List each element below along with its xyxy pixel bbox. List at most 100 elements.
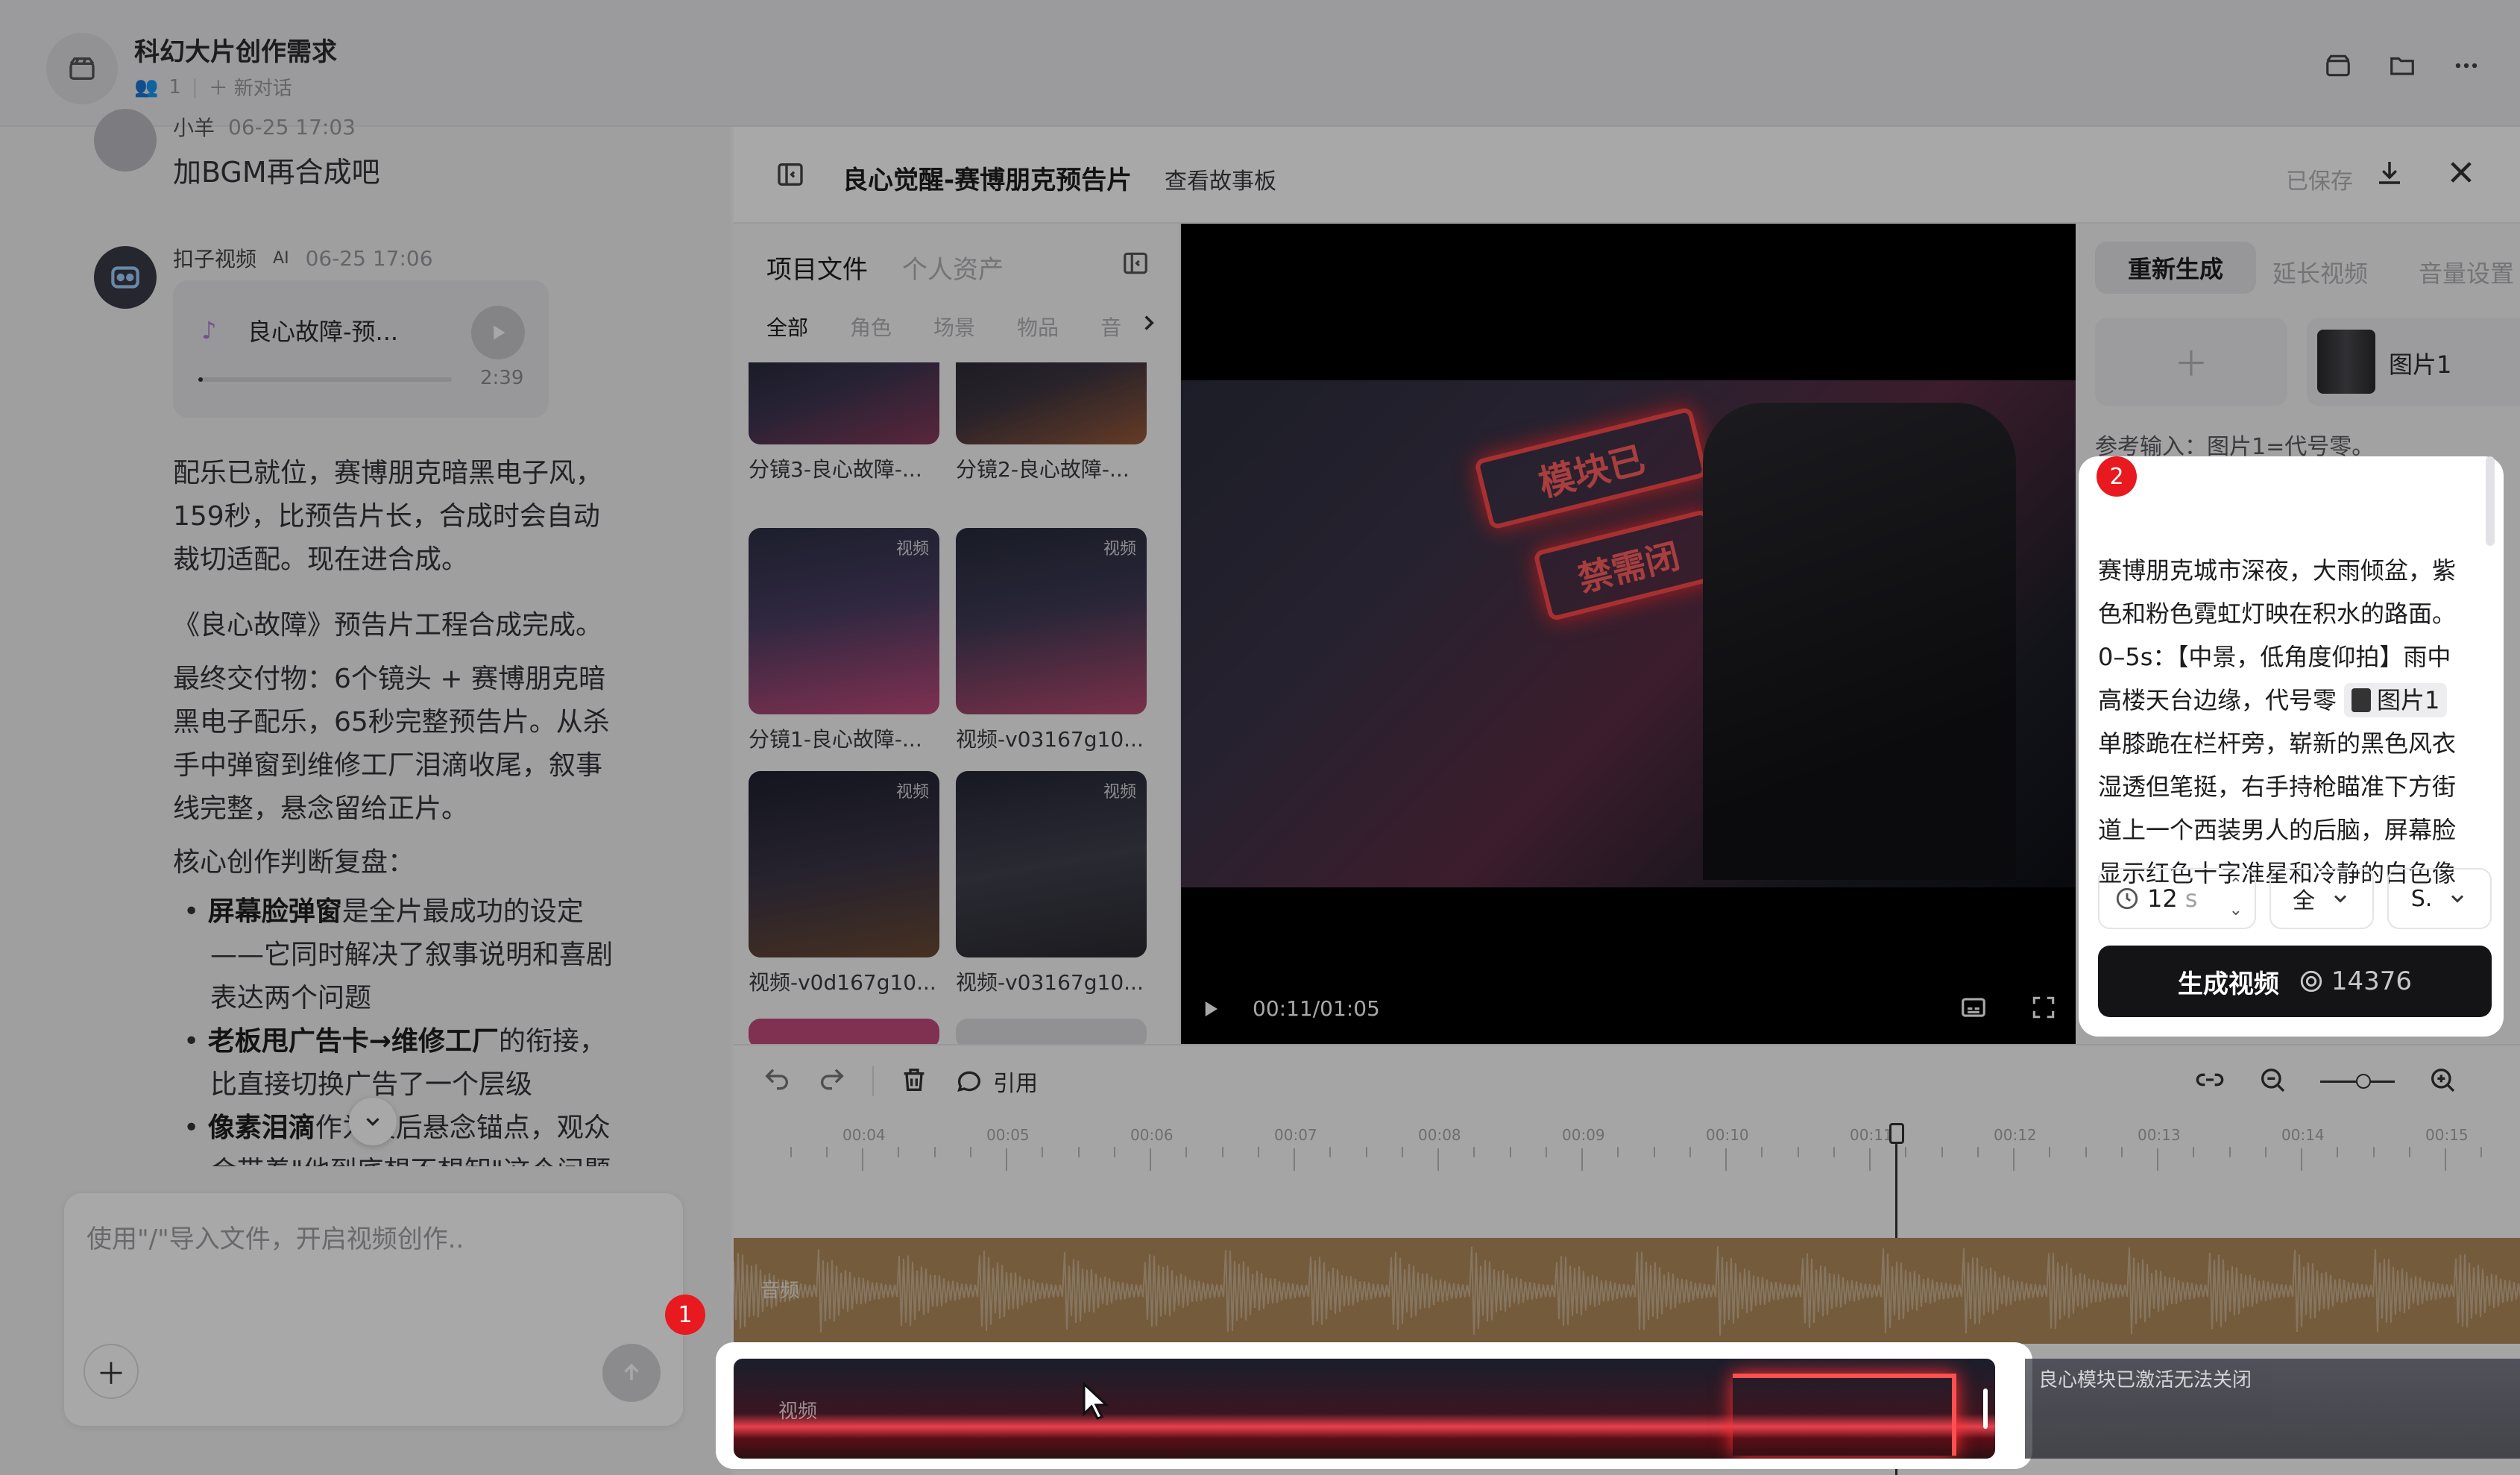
link-button[interactable] xyxy=(2195,1065,2225,1098)
inline-image-tag[interactable]: 图片1 xyxy=(2344,683,2448,717)
tab-regenerate[interactable]: 重新生成 xyxy=(2095,242,2256,294)
download-button[interactable] xyxy=(2374,157,2405,191)
speech-bubble-icon xyxy=(957,1071,981,1092)
stepper-down-icon[interactable]: ⌄ xyxy=(2229,901,2243,919)
zoom-in-icon xyxy=(2431,1069,2455,1092)
filter-all[interactable]: 全部 xyxy=(766,312,808,342)
thumbnail-item[interactable] xyxy=(749,1019,939,1044)
audio-play-button[interactable] xyxy=(471,306,525,359)
ruler-tick xyxy=(1905,1147,1907,1157)
play-button[interactable] xyxy=(1199,998,1221,1023)
collapse-sidebar-button[interactable] xyxy=(775,160,808,192)
project-avatar[interactable] xyxy=(46,33,118,104)
user-avatar xyxy=(94,109,157,172)
next-video-clip[interactable]: 良心模块已激活无法关闭 xyxy=(2025,1359,2520,1459)
add-reference-button[interactable]: ＋ xyxy=(2095,318,2287,406)
audio-progress[interactable] xyxy=(198,377,452,382)
ruler-tick xyxy=(898,1147,900,1157)
audio-card[interactable]: ♪ 良心故障-预... 2:39 xyxy=(173,280,549,418)
ruler-label: 00:13 xyxy=(2138,1126,2181,1144)
ruler-tick xyxy=(2157,1148,2158,1171)
thumbnail-item[interactable]: 视频 视频-v03167g10... xyxy=(956,528,1147,753)
filter-scene[interactable]: 场景 xyxy=(933,312,975,342)
highlighted-video-clip: 视频 xyxy=(716,1342,2032,1469)
folder-icon xyxy=(2390,57,2414,75)
attach-button[interactable]: ＋ xyxy=(84,1344,139,1399)
clapperboard-button[interactable] xyxy=(2314,42,2362,89)
top-header: 科幻大片创作需求 👥 1 | ＋新对话 xyxy=(0,0,2520,127)
sidebar-collapse-icon xyxy=(778,163,803,186)
playhead-handle[interactable] xyxy=(1889,1123,1904,1144)
video-clip[interactable]: 视频 xyxy=(734,1359,1995,1459)
ruler-label: 00:08 xyxy=(1418,1126,1461,1144)
model-select[interactable]: S. xyxy=(2387,868,2492,929)
ruler-tick xyxy=(2408,1147,2410,1157)
members-icon[interactable]: 👥 xyxy=(134,76,158,98)
conversation-title: 科幻大片创作需求 xyxy=(134,37,337,67)
assets-panel: 项目文件 个人资产 全部 角色 场景 物品 音 分镜3-良心故障-... 分镜2… xyxy=(734,224,1181,1044)
filter-item[interactable]: 物品 xyxy=(1017,312,1059,342)
duration-stepper[interactable]: 12 s ⌃ ⌄ xyxy=(2098,868,2256,929)
play-icon xyxy=(494,325,505,340)
reference-image-card[interactable]: 图片1 xyxy=(2307,318,2520,406)
bot-face-icon xyxy=(111,266,139,289)
zoom-in-button[interactable] xyxy=(2428,1065,2457,1098)
mode-select[interactable]: 全 xyxy=(2269,868,2374,929)
thumbnail-item[interactable]: 视频 分镜1-良心故障-... xyxy=(749,528,939,753)
generate-video-button[interactable]: 生成视频 14376 xyxy=(2098,946,2492,1017)
download-icon xyxy=(2379,162,2400,184)
filters-next-button[interactable] xyxy=(1136,310,1162,339)
ruler-tick xyxy=(1689,1147,1691,1157)
thumbnail-image: 视频 xyxy=(956,771,1147,957)
ruler-tick xyxy=(2337,1147,2339,1157)
ruler-tick xyxy=(2049,1147,2051,1157)
thumbnail-item[interactable]: 分镜3-良心故障-... xyxy=(749,362,939,483)
coin-icon xyxy=(2300,970,2322,993)
more-button[interactable] xyxy=(2442,42,2490,89)
video-frame: 模块已 禁需闭 xyxy=(1181,380,2076,887)
zoom-slider[interactable] xyxy=(2320,1066,2395,1096)
thumbnail-item[interactable]: 分镜2-良心故障-... xyxy=(956,362,1147,483)
video-player[interactable]: 模块已 禁需闭 00:11/01:05 xyxy=(1181,224,2076,1044)
asset-filters: 全部 角色 场景 物品 音 xyxy=(766,312,1121,342)
prompt-scrollbar[interactable] xyxy=(2486,456,2495,546)
thumbnail-item[interactable] xyxy=(956,1019,1147,1044)
tab-personal-assets[interactable]: 个人资产 xyxy=(902,249,1004,286)
music-note-icon: ♪ xyxy=(201,316,217,345)
ruler-tick xyxy=(1294,1148,1295,1171)
panel-toggle-button[interactable] xyxy=(1121,249,1150,280)
delete-button[interactable] xyxy=(899,1065,929,1098)
clip-trim-handle[interactable] xyxy=(1983,1388,1988,1429)
undo-button[interactable] xyxy=(762,1065,792,1098)
time-ruler[interactable]: 00:04 00:05 00:06 00:07 00:08 00:09 00:10 00:11… xyxy=(734,1117,2520,1177)
send-button[interactable] xyxy=(602,1344,661,1402)
close-editor-button[interactable] xyxy=(2445,157,2477,191)
prompt-text[interactable]: 赛博朋克城市深夜，大雨倾盆，紫 色和粉色霓虹灯映在积水的路面。 0–5s：【中景… xyxy=(2098,549,2486,895)
fullscreen-button[interactable] xyxy=(2029,993,2058,1025)
storyboard-link[interactable]: 查看故事板 xyxy=(1165,163,1276,195)
audio-track[interactable]: 音频 xyxy=(734,1238,2520,1344)
scroll-down-button[interactable] xyxy=(349,1098,397,1145)
chat-input[interactable]: 使用"/"导入文件，开启视频创作.. xyxy=(86,1218,464,1255)
filter-character[interactable]: 角色 xyxy=(850,312,892,342)
filter-audio[interactable]: 音 xyxy=(1100,312,1121,342)
audio-title: 良心故障-预... xyxy=(248,318,399,346)
folder-button[interactable] xyxy=(2378,42,2426,89)
tab-project-files[interactable]: 项目文件 xyxy=(766,249,868,286)
thumbnail-item[interactable]: 视频 视频-v03167g10... xyxy=(956,771,1147,996)
zoom-out-icon xyxy=(2261,1069,2285,1092)
ruler-tick xyxy=(1185,1147,1188,1157)
link-icon xyxy=(2196,1073,2224,1086)
ruler-label: 00:06 xyxy=(1130,1126,1174,1144)
new-chat-button[interactable]: ＋新对话 xyxy=(209,73,292,101)
zoom-out-button[interactable] xyxy=(2258,1065,2287,1098)
subtitles-button[interactable] xyxy=(1959,993,1988,1025)
stepper-up-icon[interactable]: ⌃ xyxy=(2229,875,2243,894)
cite-button[interactable]: 引用 xyxy=(954,1065,1038,1098)
tutorial-marker-2: 2 xyxy=(2097,456,2137,497)
tab-extend-video[interactable]: 延长视频 xyxy=(2272,255,2368,289)
tab-volume-settings[interactable]: 音量设置 xyxy=(2419,255,2514,289)
thumbnail-item[interactable]: 视频 视频-v0d167g10... xyxy=(749,771,939,996)
playback-time: 00:11/01:05 xyxy=(1253,996,1380,1021)
redo-button[interactable] xyxy=(817,1065,847,1098)
